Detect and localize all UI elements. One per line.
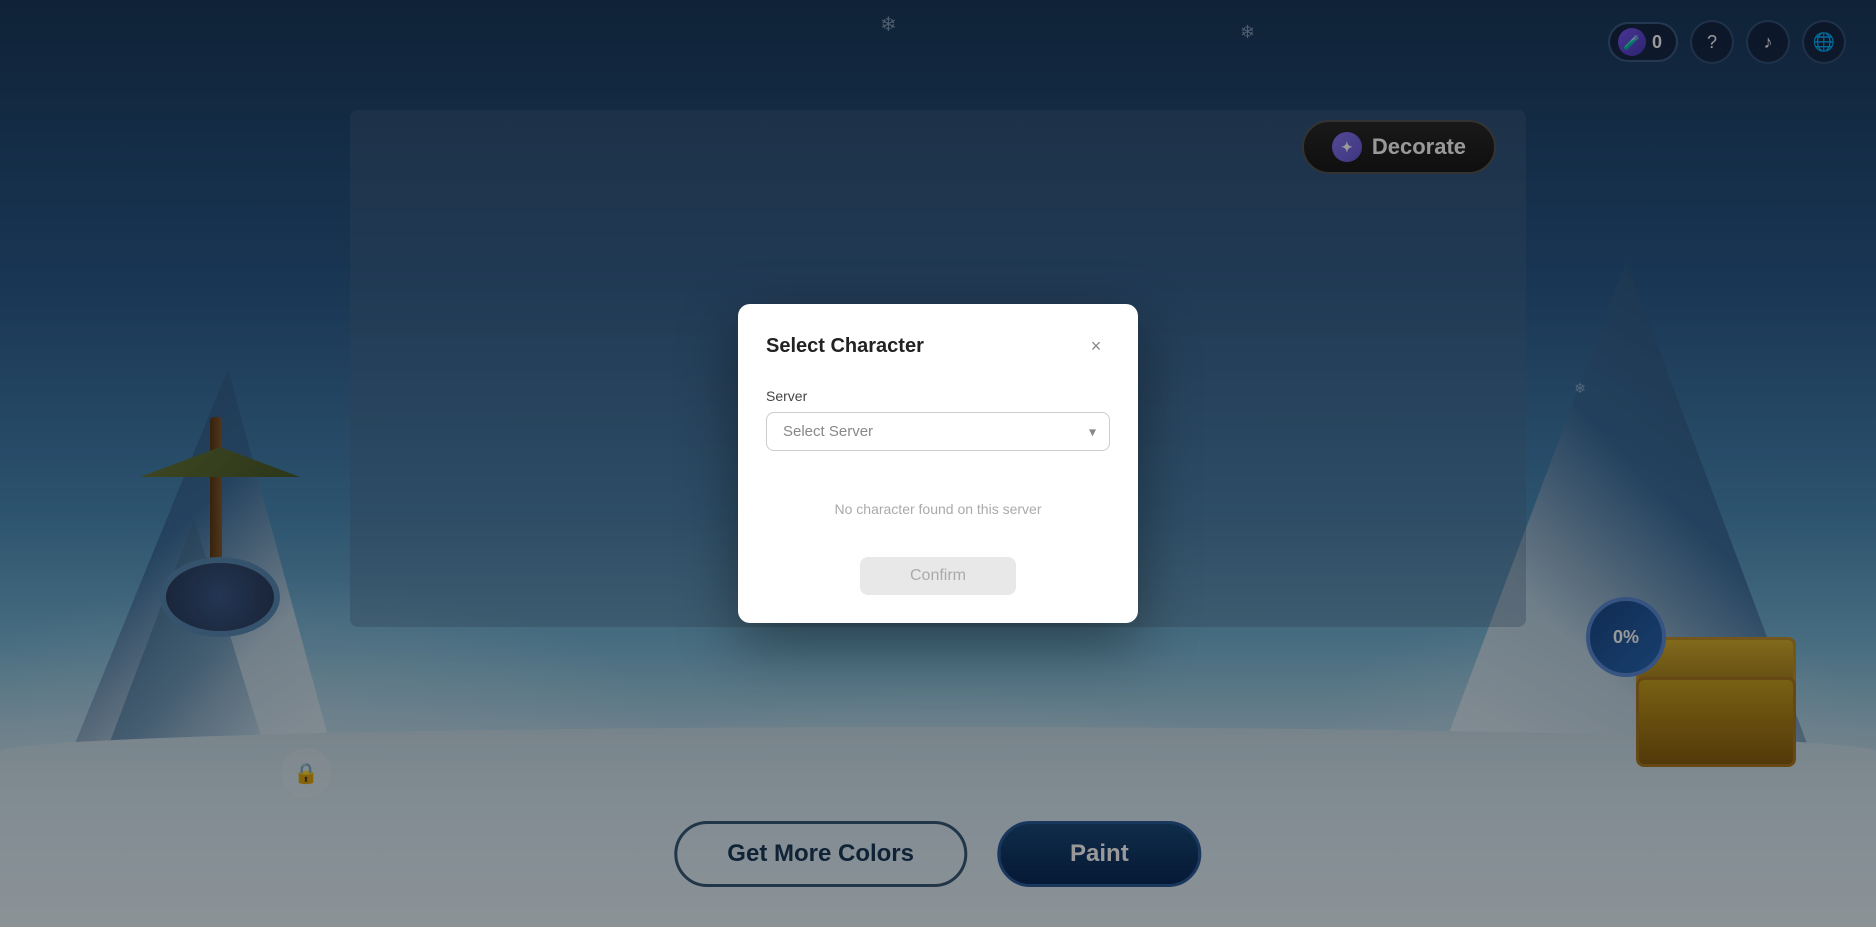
server-label: Server	[766, 388, 1110, 404]
modal-overlay: Select Character × Server Select Server …	[0, 0, 1876, 927]
server-select-input[interactable]: Select Server	[766, 412, 1110, 451]
no-character-message: No character found on this server	[766, 451, 1110, 557]
confirm-button[interactable]: Confirm	[860, 557, 1016, 595]
modal-header: Select Character ×	[766, 332, 1110, 360]
server-select-wrapper: Select Server ▾	[766, 412, 1110, 451]
modal-title: Select Character	[766, 335, 924, 358]
select-character-modal: Select Character × Server Select Server …	[738, 304, 1138, 623]
modal-close-button[interactable]: ×	[1082, 332, 1110, 360]
close-icon: ×	[1091, 336, 1102, 357]
